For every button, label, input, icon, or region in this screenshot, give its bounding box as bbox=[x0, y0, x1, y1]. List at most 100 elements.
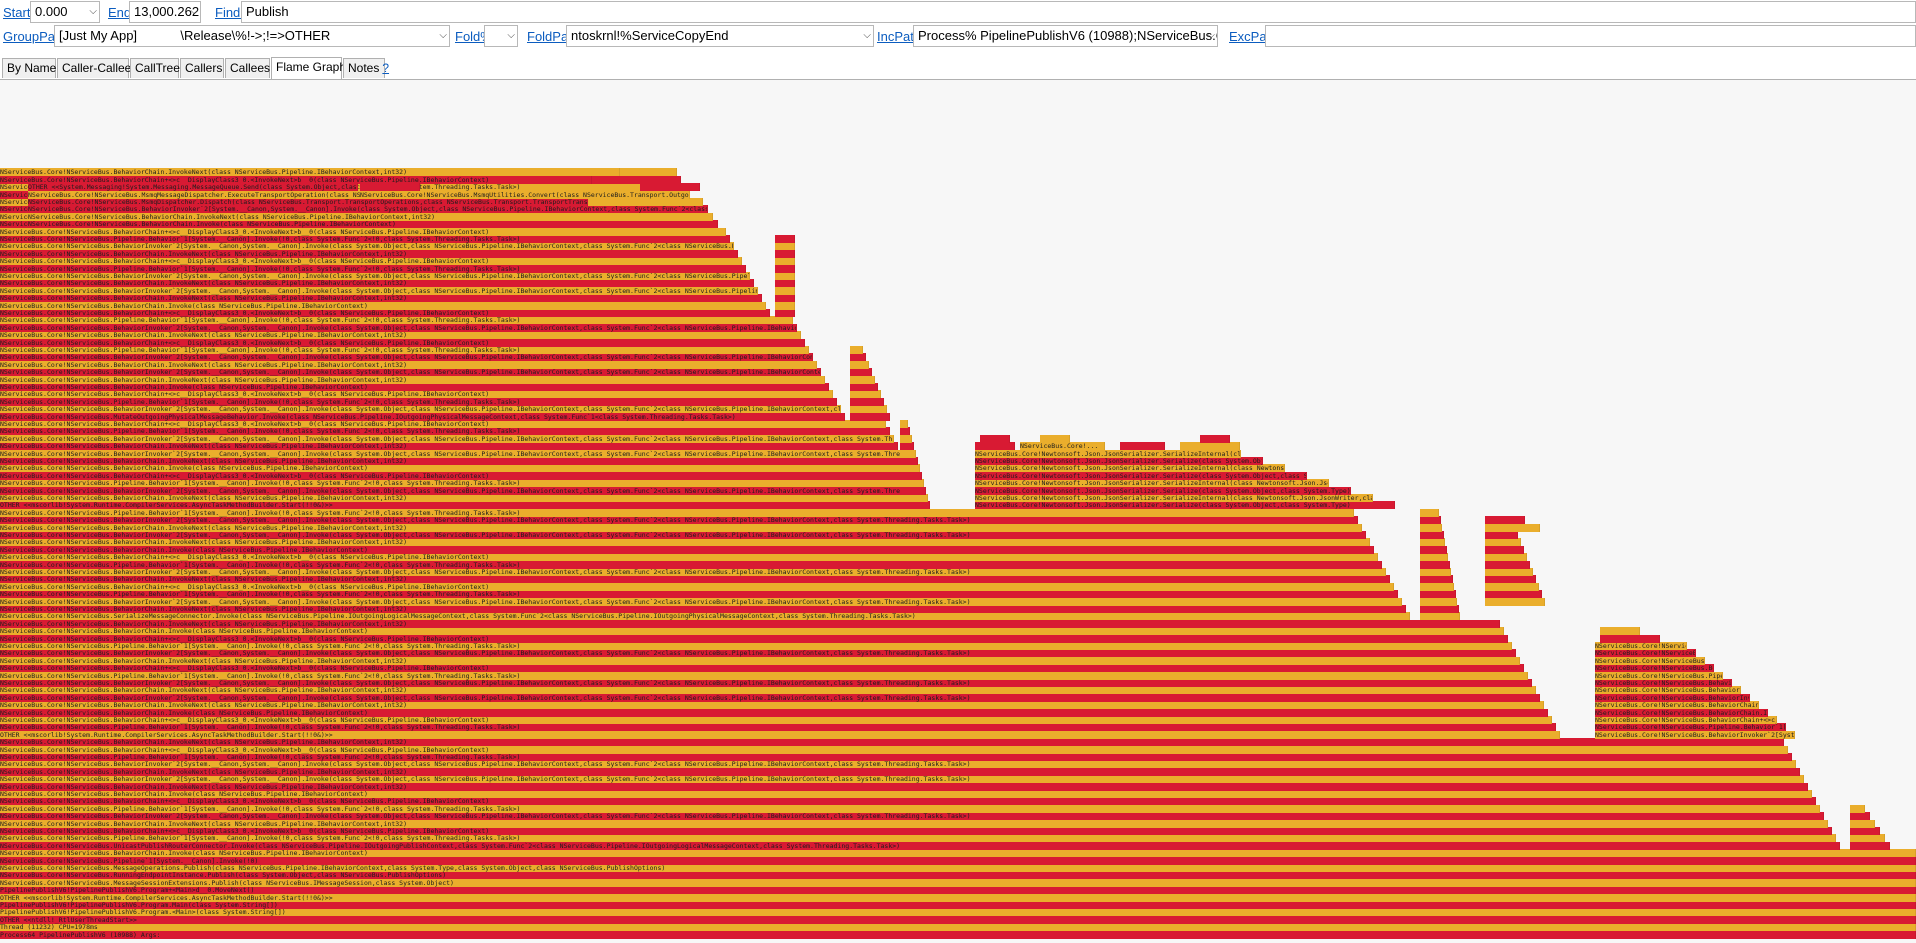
flame-frame[interactable]: NServiceBus.Core!NServiceBus.Pipeline.Be… bbox=[0, 316, 793, 325]
flame-frame[interactable]: NServiceBus.Core!NServiceBus.BehaviorCha… bbox=[0, 849, 1916, 858]
flame-frame[interactable] bbox=[1200, 434, 1230, 443]
chevron-down-icon[interactable]: ⌵ bbox=[507, 26, 515, 46]
flame-frame[interactable]: NServiceBus.Core!NServiceBus.Pipeline.Be… bbox=[0, 397, 837, 406]
flame-frame[interactable]: NServiceBus.Core!NServiceBus.BehaviorCha… bbox=[0, 575, 1390, 584]
flame-frame[interactable]: NServiceBus.Core!NServiceBus.Pipeline.Be… bbox=[0, 479, 918, 488]
flame-frame[interactable]: NServiceBus.Core!NServiceBus.Pipeline.Be… bbox=[0, 671, 1528, 680]
flame-frame[interactable] bbox=[1485, 523, 1540, 532]
flame-frame[interactable]: NServiceBus.Core!NServiceBus.BehaviorCha… bbox=[0, 471, 914, 480]
tab-flame-graph[interactable]: Flame Graph? bbox=[271, 57, 356, 79]
flame-frame[interactable]: NServiceBus.Core!NServiceBus.BehaviorCha… bbox=[0, 782, 1808, 791]
flame-frame[interactable] bbox=[1420, 605, 1459, 613]
flame-frame[interactable] bbox=[640, 183, 700, 192]
tab-by-name[interactable]: By Name? bbox=[2, 58, 66, 78]
flame-frame[interactable] bbox=[900, 486, 926, 495]
flame-frame[interactable] bbox=[900, 442, 914, 451]
chevron-down-icon[interactable]: ⌵ bbox=[89, 2, 97, 22]
flame-frame[interactable] bbox=[1420, 590, 1456, 599]
flame-frame[interactable] bbox=[900, 449, 916, 458]
flame-frame[interactable]: NServiceBus.Core!NServiceBus.BehaviorCha… bbox=[0, 494, 926, 502]
flame-frame[interactable] bbox=[1485, 545, 1524, 554]
flame-frame[interactable] bbox=[850, 412, 890, 421]
flame-frame[interactable]: NServiceBus.Core!NServiceBus.BehaviorCha… bbox=[0, 605, 1406, 613]
flame-frame[interactable] bbox=[1420, 575, 1453, 584]
find-label[interactable]: Find: bbox=[215, 5, 244, 20]
flame-frame[interactable] bbox=[850, 390, 881, 399]
tab-callers[interactable]: Callers? bbox=[180, 58, 232, 78]
flame-frame[interactable]: PipelinePublishV6!PipelinePublishV6.Prog… bbox=[0, 901, 1916, 909]
flame-frame[interactable] bbox=[775, 286, 795, 295]
flame-frame[interactable]: NServiceBus.Core!NServiceBus.BehaviorInv… bbox=[1595, 649, 1696, 658]
flame-frame[interactable]: NServiceBus.Core!NServiceBus.BehaviorCha… bbox=[1595, 664, 1714, 673]
flame-frame[interactable] bbox=[775, 257, 795, 266]
flame-frame[interactable]: NServiceBus.Core!NServiceBus.Pipeline.Be… bbox=[0, 834, 1836, 843]
flame-frame[interactable]: NServiceBus.Core!NServiceBus.BehaviorInv… bbox=[1595, 693, 1750, 702]
flame-frame[interactable]: NServiceBus.Core!NServiceBus.Pipeline.Be… bbox=[0, 642, 1512, 650]
flame-frame[interactable]: OTHER <<mscorlib!System.Runtime.Compiler… bbox=[0, 730, 1560, 739]
flame-frame[interactable]: NServiceBus.Core!NServiceBus.BehaviorCha… bbox=[1595, 701, 1759, 710]
flame-frame[interactable] bbox=[850, 346, 863, 354]
flame-frame[interactable]: NServiceBus.Core!NServiceBus.MutateOutgo… bbox=[0, 412, 845, 421]
flame-frame[interactable] bbox=[1420, 553, 1448, 562]
flame-frame[interactable]: NServiceBus.Core!NServiceBus.BehaviorCha… bbox=[0, 738, 1784, 747]
flame-frame[interactable] bbox=[850, 397, 884, 406]
flame-frame[interactable]: NServiceBus.Core!Newtonsoft.Json.JsonSer… bbox=[975, 494, 1373, 502]
incpats-field[interactable]: Process% PipelinePublishV6 (10988);NServ… bbox=[913, 25, 1218, 47]
help-icon[interactable]: ? bbox=[382, 61, 389, 75]
flame-frame[interactable] bbox=[1420, 582, 1454, 591]
flame-frame[interactable] bbox=[1420, 516, 1441, 525]
flame-frame[interactable] bbox=[1850, 841, 1890, 850]
flame-frame[interactable] bbox=[900, 434, 912, 443]
flame-frame[interactable]: NServiceBus.Core!NServiceBus.BehaviorCha… bbox=[0, 619, 1500, 628]
flame-frame[interactable]: NServiceBus.Core!NServiceBus.BehaviorCha… bbox=[0, 745, 1788, 754]
tab-callees[interactable]: Callees? bbox=[225, 58, 280, 78]
chevron-down-icon[interactable]: ⌵ bbox=[863, 26, 871, 46]
flame-frame[interactable]: NServiceBus.Core!NServiceBus.BehaviorCha… bbox=[0, 338, 805, 347]
flame-frame[interactable] bbox=[775, 249, 795, 258]
flame-frame[interactable]: NServiceBus.Core!NServiceBus.BehaviorCha… bbox=[0, 227, 726, 236]
flame-frame[interactable]: NServiceBus.Core!NServiceBus.BehaviorCha… bbox=[0, 249, 738, 258]
flame-frame[interactable] bbox=[980, 434, 1010, 443]
flame-frame[interactable] bbox=[1040, 434, 1070, 443]
flame-frame[interactable] bbox=[1120, 442, 1165, 451]
flame-frame[interactable] bbox=[775, 242, 795, 251]
flame-frame[interactable]: OTHER <<mscorlib!System.Runtime.Compiler… bbox=[0, 893, 1916, 902]
flame-frame[interactable]: NServiceBus.Core!NServiceBus.BehaviorCha… bbox=[0, 464, 910, 473]
flame-frame[interactable]: NServiceBus.Core!NServiceBus.MsmqUtiliti… bbox=[360, 190, 690, 199]
flame-frame[interactable]: NServiceBus.Core!NServiceBus.Pipeline.Be… bbox=[0, 508, 1354, 517]
flame-frame[interactable] bbox=[850, 368, 872, 377]
flame-frame[interactable]: NServiceBus.Core!NServiceBus.Pipeline.Be… bbox=[0, 804, 1820, 813]
flame-frame[interactable] bbox=[1485, 538, 1521, 547]
flame-frame[interactable] bbox=[1420, 523, 1442, 532]
flame-frame[interactable]: OTHER <<ntdll!_RtlUserThreadStart>> bbox=[0, 915, 1916, 924]
flame-frame[interactable]: OTHER <<mscorlib!System.Runtime.Compiler… bbox=[0, 501, 930, 510]
flame-frame[interactable] bbox=[775, 309, 795, 317]
flame-frame[interactable]: NServiceBus.Core!NServiceBus.BehaviorCha… bbox=[0, 279, 754, 288]
flame-frame[interactable]: NServiceBus.Core!NServiceBus.BehaviorCha… bbox=[0, 819, 1828, 828]
flame-frame[interactable] bbox=[1485, 531, 1518, 539]
flame-frame[interactable] bbox=[900, 494, 928, 502]
flame-frame[interactable]: NServiceBus.Core!NServiceBus.BehaviorInv… bbox=[0, 531, 1366, 539]
chevron-down-icon[interactable]: ⌵ bbox=[439, 26, 447, 46]
fold-percent-field[interactable]: ⌵ bbox=[484, 25, 518, 47]
flame-frame[interactable]: NServiceBus.Core!NServiceBus.BehaviorCha… bbox=[0, 701, 1544, 710]
flame-frame[interactable]: NServiceBus.Core!Newtonsoft.Json.JsonSer… bbox=[975, 471, 1307, 480]
flame-frame[interactable] bbox=[1850, 834, 1885, 843]
flame-frame[interactable]: NServiceBus.Core!NServiceBus.Pipeline`1[… bbox=[0, 856, 1916, 865]
flame-frame[interactable]: NServiceBus.Core!NServiceBus.BehaviorCha… bbox=[0, 420, 886, 428]
flame-frame[interactable]: NServiceBus.Core!Newtonsoft.Json.JsonSer… bbox=[975, 479, 1329, 488]
flame-frame[interactable] bbox=[1850, 804, 1865, 813]
flame-frame[interactable]: NServiceBus.Core!NServiceBus.BehaviorInv… bbox=[0, 568, 1386, 576]
flame-frame[interactable]: NServiceBus.Core!NServiceBus.BehaviorCha… bbox=[0, 545, 1374, 554]
flame-frame[interactable]: NServiceBus.Core!NServiceBus.BehaviorCha… bbox=[0, 309, 770, 317]
flame-frame[interactable]: NServiceBus.Core!NServiceBus.BehaviorInv… bbox=[28, 205, 708, 214]
flame-frame[interactable] bbox=[1485, 590, 1542, 599]
flame-frame[interactable]: NServiceBus.Core!NServiceBus.BehaviorCha… bbox=[0, 656, 1520, 665]
chevron-down-icon[interactable]: ⌵ bbox=[1207, 26, 1215, 46]
flame-frame[interactable]: NServiceBus.Core!NServiceBus.BehaviorCha… bbox=[0, 257, 742, 266]
flame-frame[interactable]: NServiceBus.Core!NServiceBus.BehaviorCha… bbox=[28, 220, 718, 229]
flame-frame[interactable] bbox=[775, 279, 795, 288]
flame-frame[interactable]: NServiceBus.Core!NServiceBus.Pipeline.Be… bbox=[0, 560, 1382, 569]
flame-frame[interactable] bbox=[1850, 827, 1880, 835]
flame-frame[interactable]: NServiceBus.Core!Newtonsoft.Json.JsonSer… bbox=[975, 464, 1285, 473]
